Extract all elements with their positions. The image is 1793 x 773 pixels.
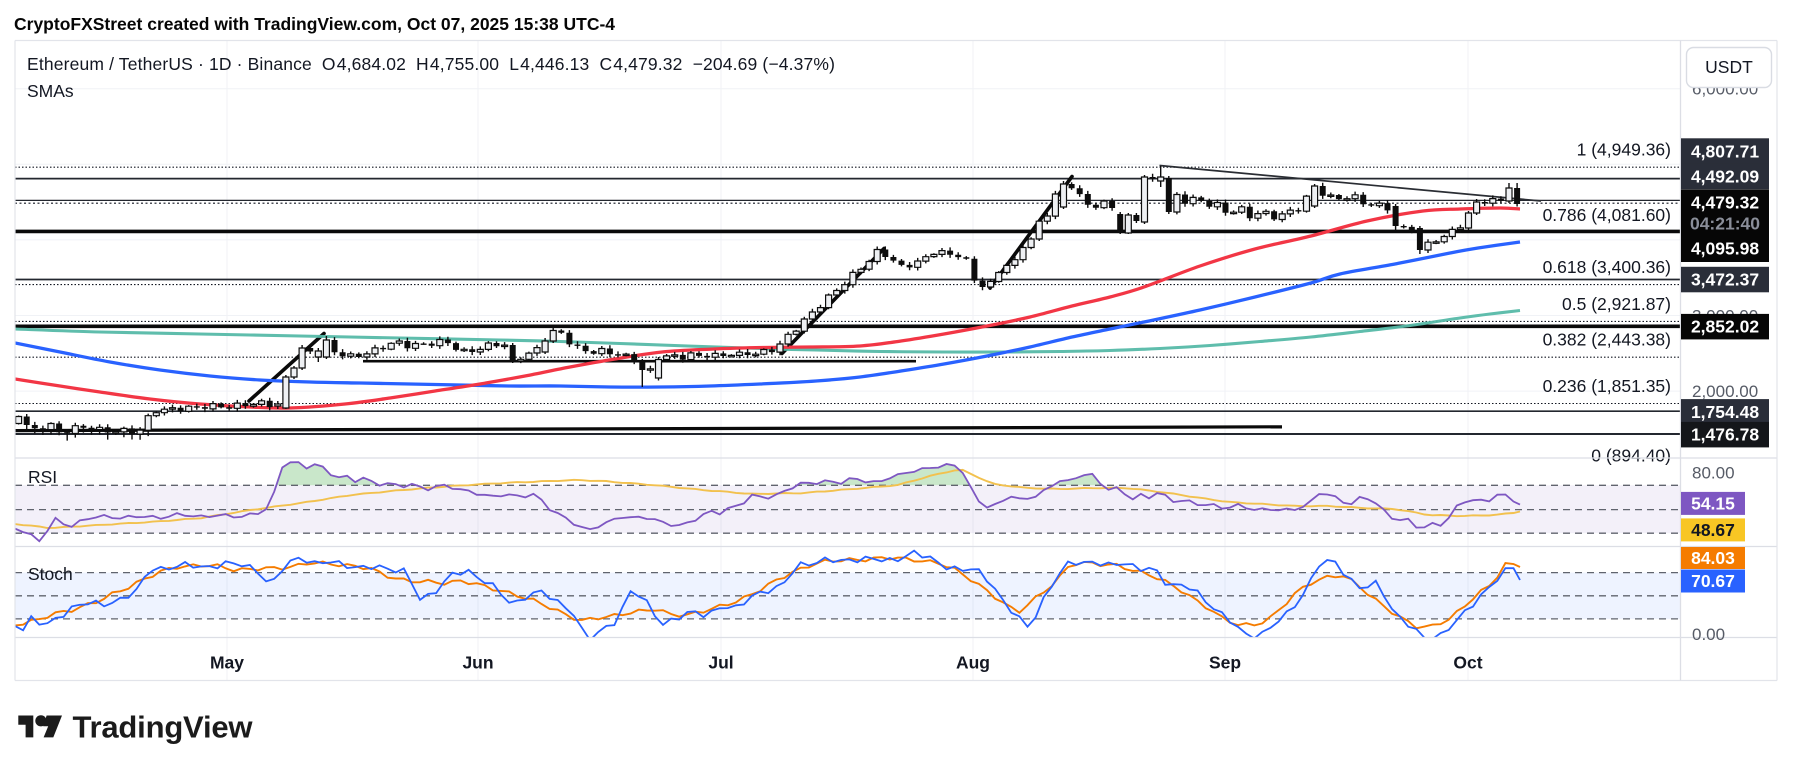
svg-text:RSI: RSI bbox=[28, 467, 57, 487]
svg-text:Stoch: Stoch bbox=[28, 564, 73, 584]
svg-text:84.03: 84.03 bbox=[1691, 548, 1735, 568]
svg-text:SMAs: SMAs bbox=[27, 81, 74, 101]
svg-text:0.5 (2,921.87): 0.5 (2,921.87) bbox=[1562, 294, 1671, 314]
svg-text:2,000.00: 2,000.00 bbox=[1692, 382, 1758, 401]
svg-text:0.236 (1,851.35): 0.236 (1,851.35) bbox=[1543, 376, 1671, 396]
svg-text:54.15: 54.15 bbox=[1691, 493, 1735, 513]
svg-text:0.618 (3,400.36): 0.618 (3,400.36) bbox=[1543, 257, 1671, 277]
svg-text:Jun: Jun bbox=[462, 653, 493, 673]
svg-text:4,492.09: 4,492.09 bbox=[1691, 166, 1759, 186]
svg-text:Sep: Sep bbox=[1209, 653, 1241, 673]
svg-text:Oct: Oct bbox=[1453, 653, 1482, 673]
svg-text:0.382 (2,443.38): 0.382 (2,443.38) bbox=[1543, 330, 1671, 350]
svg-text:0 (894.40): 0 (894.40) bbox=[1591, 446, 1671, 466]
svg-text:USDT: USDT bbox=[1705, 57, 1753, 77]
svg-text:May: May bbox=[210, 653, 244, 673]
svg-text:80.00: 80.00 bbox=[1692, 463, 1735, 482]
svg-text:CryptoFXStreet created with Tr: CryptoFXStreet created with TradingView.… bbox=[14, 14, 615, 34]
svg-text:4,479.32: 4,479.32 bbox=[1691, 193, 1759, 213]
svg-text:1,476.78: 1,476.78 bbox=[1691, 425, 1759, 445]
svg-text:Ethereum / TetherUS · 1D · Bin: Ethereum / TetherUS · 1D · Binance O4,68… bbox=[27, 54, 835, 74]
svg-text:1,754.48: 1,754.48 bbox=[1691, 402, 1759, 422]
svg-text:3,472.37: 3,472.37 bbox=[1691, 270, 1759, 290]
svg-text:4,095.98: 4,095.98 bbox=[1691, 239, 1759, 259]
svg-text:70.67: 70.67 bbox=[1691, 571, 1735, 591]
svg-text:0.00: 0.00 bbox=[1692, 625, 1725, 644]
svg-text:48.67: 48.67 bbox=[1691, 520, 1735, 540]
svg-text:0.786 (4,081.60): 0.786 (4,081.60) bbox=[1543, 205, 1671, 225]
svg-text:4,807.71: 4,807.71 bbox=[1691, 141, 1759, 161]
svg-text:2,852.02: 2,852.02 bbox=[1691, 317, 1759, 337]
svg-text:TradingView: TradingView bbox=[73, 710, 254, 745]
svg-text:04:21:40: 04:21:40 bbox=[1690, 213, 1760, 233]
svg-text:Aug: Aug bbox=[956, 653, 990, 673]
svg-text:Jul: Jul bbox=[708, 653, 733, 673]
svg-text:1 (4,949.36): 1 (4,949.36) bbox=[1577, 140, 1671, 160]
